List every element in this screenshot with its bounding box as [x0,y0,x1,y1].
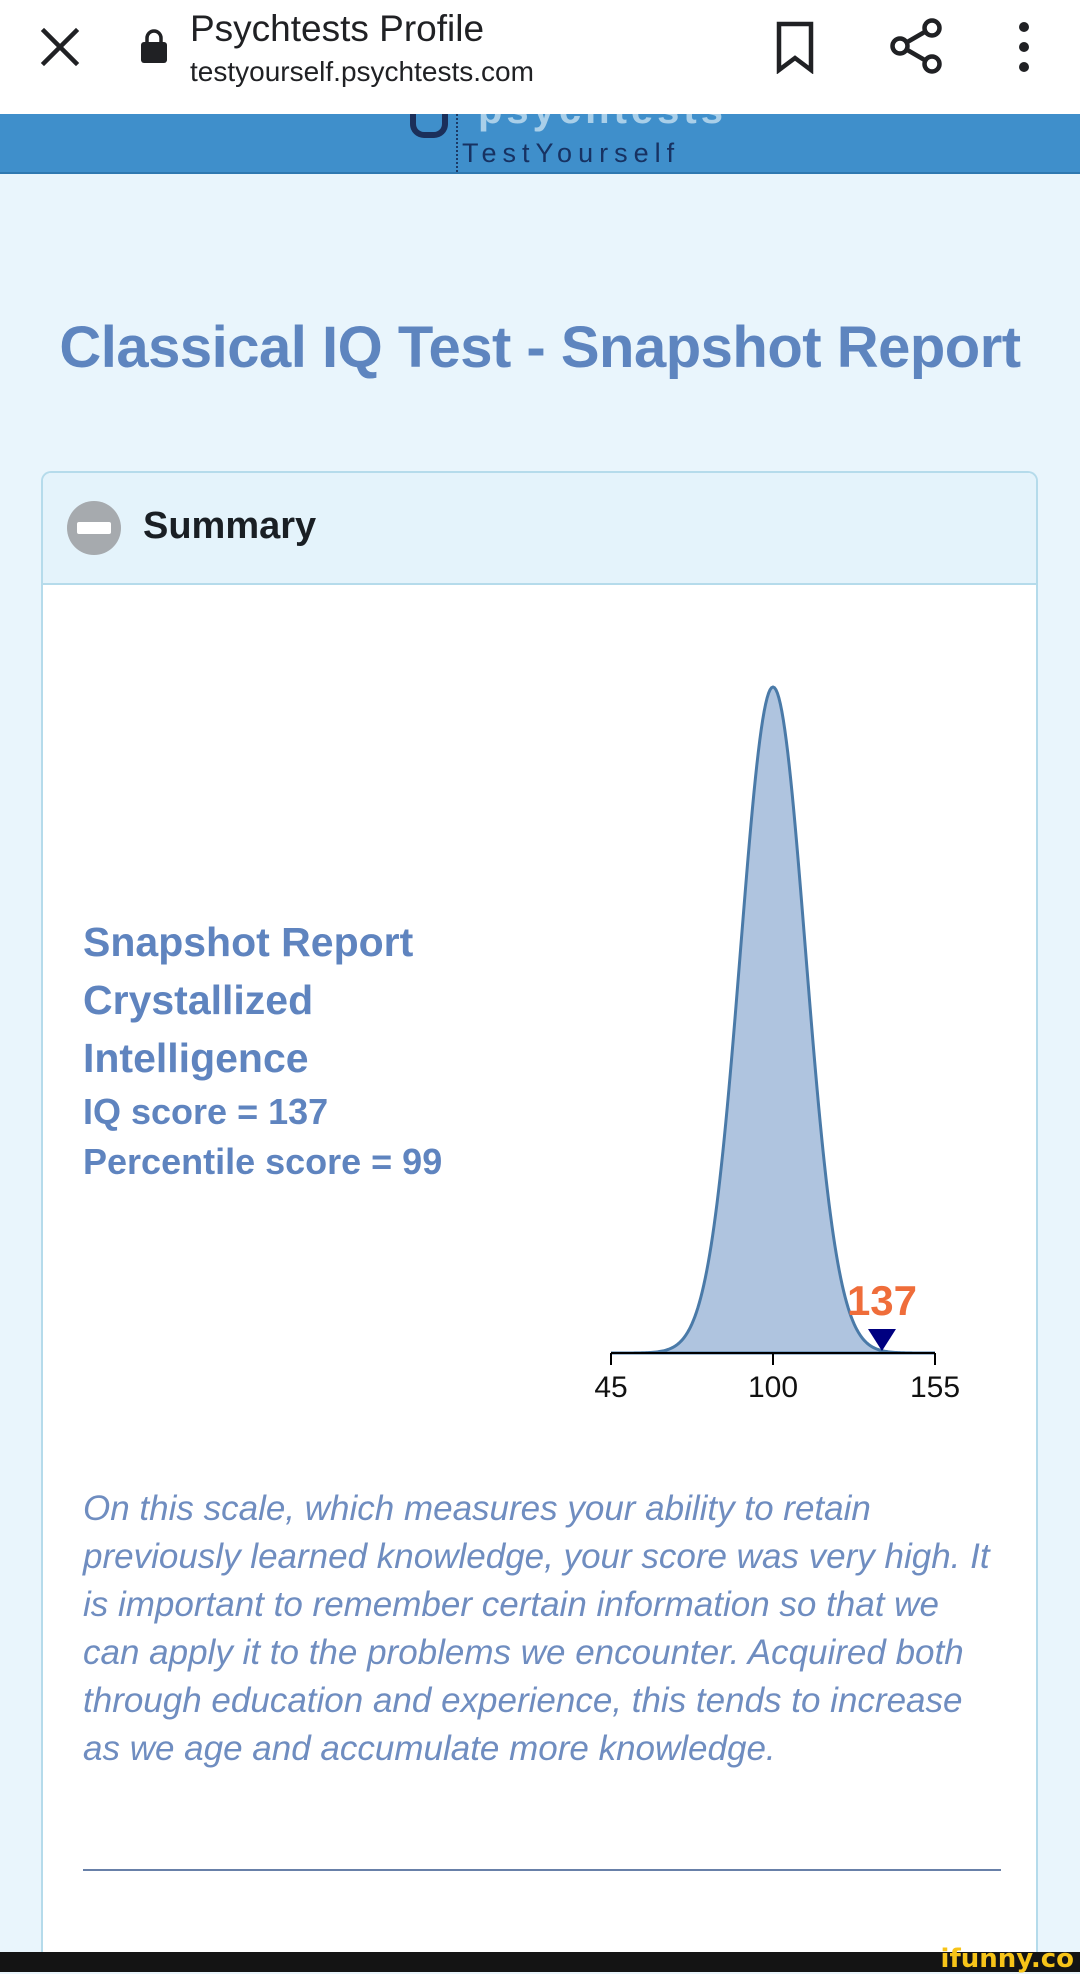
lock-icon [141,29,167,63]
bookmark-icon[interactable] [770,20,820,74]
close-icon[interactable] [36,23,84,71]
bottom-banner [0,1952,1080,1972]
collapse-icon[interactable] [67,501,121,555]
score-marker-label: 137 [847,1277,917,1324]
page-title-tab: Psychtests Profile [190,8,485,49]
x-tick-label: 45 [594,1371,627,1404]
score-description: On this scale, which measures your abili… [83,1489,990,1768]
x-tick-label: 100 [748,1371,798,1404]
browser-toolbar: Psychtests Profile testyourself.psychtes… [0,0,1080,114]
more-vert-icon[interactable] [1008,20,1040,74]
report-heading: Classical IQ Test - Snapshot Report [59,315,1021,380]
url-text[interactable]: testyourself.psychtests.com [190,56,534,88]
site-logo-text: psychtests [478,114,727,133]
summary-header[interactable]: Summary [43,473,1036,585]
distribution-area [611,685,935,1355]
percentile-score: Percentile score = 99 [83,1141,443,1182]
watermark: ifunny.co [940,1944,1074,1974]
scale-name-line2: Intelligence [83,1035,309,1081]
scale-name-line1: Crystallized [83,977,314,1023]
site-tagline: TestYourself [462,138,681,168]
site-header: psychtests TestYourself [0,114,1080,174]
iq-distribution-chart: 45 100 155 137 [594,685,960,1404]
share-icon[interactable] [888,18,944,74]
section-divider [83,1869,1001,1871]
report-title: Snapshot Report [83,919,414,965]
site-logo-icon [410,114,448,138]
summary-card: Summary Snapshot Report Crystallized Int… [41,471,1038,1972]
score-summary: Snapshot Report Crystallized Intelligenc… [83,913,503,1187]
logo-divider [456,114,458,172]
iq-score: IQ score = 137 [83,1091,329,1132]
x-tick-label: 155 [910,1371,960,1404]
summary-label: Summary [143,505,317,547]
